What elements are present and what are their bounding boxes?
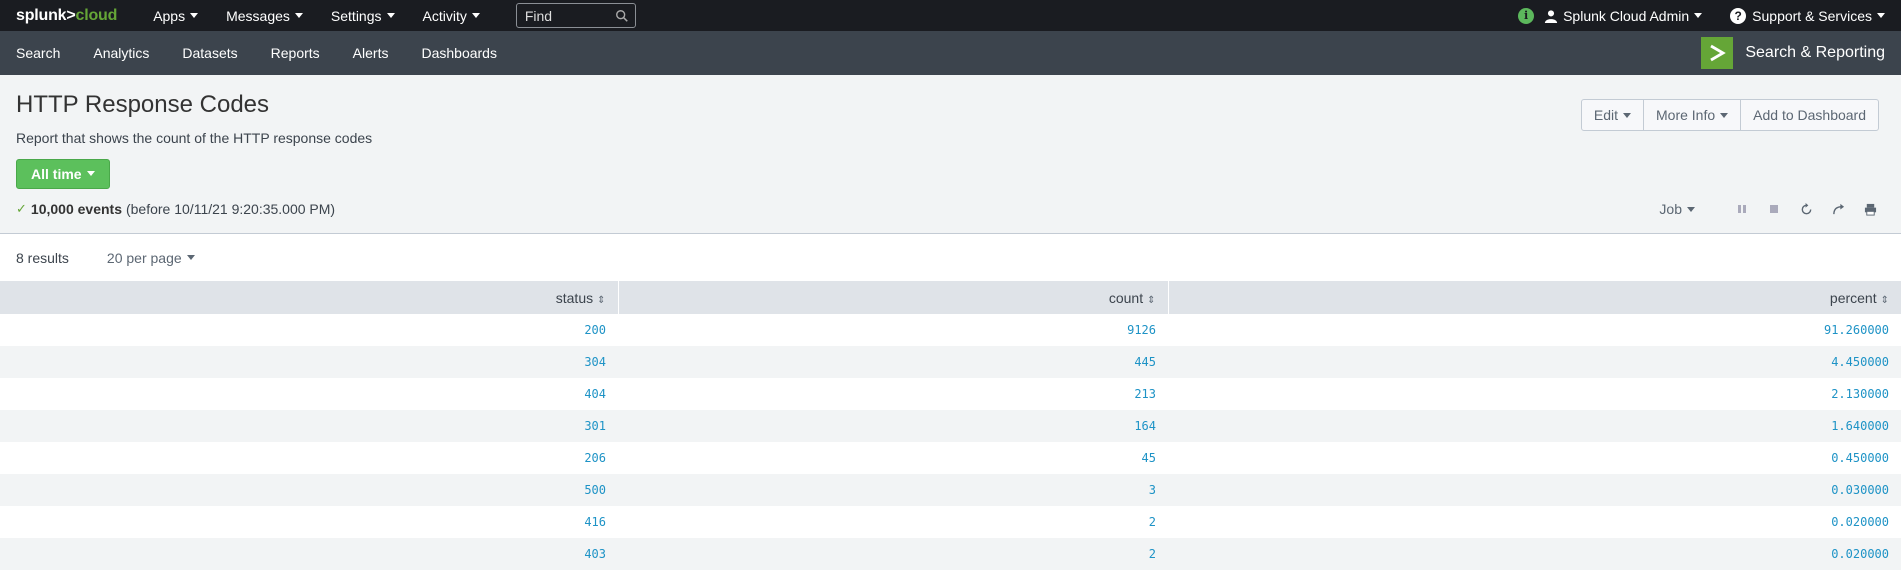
- share-icon[interactable]: [1831, 202, 1845, 216]
- cell-percent[interactable]: 2.130000: [1168, 378, 1901, 410]
- column-header-status[interactable]: status ⇕: [0, 281, 619, 314]
- top-nav: Apps Messages Settings Activity: [153, 3, 636, 28]
- cell-count[interactable]: 3: [618, 474, 1168, 506]
- user-icon: [1544, 9, 1558, 23]
- caret-down-icon: [86, 171, 95, 177]
- cell-status[interactable]: 301: [0, 410, 618, 442]
- report-header: HTTP Response Codes Report that shows th…: [0, 75, 1901, 234]
- refresh-icon[interactable]: [1799, 202, 1813, 216]
- check-icon: ✓: [16, 200, 27, 216]
- app-title[interactable]: Search & Reporting: [1701, 37, 1885, 69]
- caret-down-icon: [386, 13, 395, 18]
- caret-down-icon: [1877, 13, 1885, 18]
- sort-icon: ⇕: [597, 294, 606, 306]
- cell-status[interactable]: 404: [0, 378, 618, 410]
- caret-down-icon: [1694, 13, 1703, 18]
- add-to-dashboard-button[interactable]: Add to Dashboard: [1741, 100, 1878, 130]
- table-header-row: status ⇕ count ⇕ percent ⇕: [0, 281, 1901, 314]
- cell-status[interactable]: 403: [0, 538, 618, 570]
- caret-down-icon: [1623, 112, 1631, 118]
- results-bar: 8 results 20 per page: [0, 234, 1901, 281]
- column-header-percent[interactable]: percent ⇕: [1168, 281, 1901, 314]
- table-row: 404 213 2.130000: [0, 378, 1901, 410]
- caret-down-icon: [190, 13, 199, 18]
- top-bar: splunk> cloud Apps Messages Settings Acti…: [0, 0, 1901, 31]
- sort-icon: ⇕: [1147, 294, 1156, 306]
- app-bar: Search Analytics Datasets Reports Alerts…: [0, 31, 1901, 75]
- nav-dashboards[interactable]: Dashboards: [421, 45, 497, 61]
- cell-percent[interactable]: 0.030000: [1168, 474, 1901, 506]
- cell-count[interactable]: 445: [618, 346, 1168, 378]
- table-row: 301 164 1.640000: [0, 410, 1901, 442]
- cell-count[interactable]: 9126: [618, 314, 1168, 346]
- cell-status[interactable]: 500: [0, 474, 618, 506]
- caret-down-icon: [294, 13, 303, 18]
- cell-status[interactable]: 416: [0, 506, 618, 538]
- cell-percent[interactable]: 0.020000: [1168, 506, 1901, 538]
- table-row: 200 9126 91.260000: [0, 314, 1901, 346]
- sort-icon: ⇕: [1880, 294, 1889, 306]
- table-row: 416 2 0.020000: [0, 506, 1901, 538]
- caret-down-icon: [186, 255, 195, 260]
- cell-percent[interactable]: 1.640000: [1168, 410, 1901, 442]
- caret-down-icon: [1687, 206, 1695, 212]
- nav-analytics[interactable]: Analytics: [93, 45, 149, 61]
- cell-percent[interactable]: 91.260000: [1168, 314, 1901, 346]
- results-panel: 8 results 20 per page status ⇕ count ⇕ per…: [0, 234, 1901, 570]
- search-icon[interactable]: [615, 9, 629, 23]
- app-nav: Search Analytics Datasets Reports Alerts…: [16, 45, 530, 61]
- more-info-button[interactable]: More Info: [1644, 100, 1742, 130]
- job-menu[interactable]: Job: [1659, 201, 1695, 217]
- nav-datasets[interactable]: Datasets: [182, 45, 237, 61]
- report-description: Report that shows the count of the HTTP …: [16, 129, 373, 146]
- cell-count[interactable]: 45: [618, 442, 1168, 474]
- stop-icon[interactable]: [1767, 202, 1781, 216]
- pause-icon[interactable]: [1735, 202, 1749, 216]
- info-icon[interactable]: i: [1518, 7, 1535, 24]
- nav-alerts[interactable]: Alerts: [353, 45, 389, 61]
- user-menu[interactable]: Splunk Cloud Admin: [1544, 8, 1703, 24]
- report-actions: Edit More Info Add to Dashboard: [1580, 99, 1879, 131]
- splunk-cloud-logo[interactable]: splunk> cloud: [16, 7, 117, 25]
- column-header-count[interactable]: count ⇕: [618, 281, 1169, 314]
- cell-status[interactable]: 206: [0, 442, 618, 474]
- activity-menu[interactable]: Activity: [423, 8, 480, 24]
- cell-percent[interactable]: 0.020000: [1168, 538, 1901, 570]
- cell-count[interactable]: 213: [618, 378, 1168, 410]
- print-icon[interactable]: [1863, 202, 1877, 216]
- nav-reports[interactable]: Reports: [271, 45, 320, 61]
- table-row: 206 45 0.450000: [0, 442, 1901, 474]
- cell-percent[interactable]: 0.450000: [1168, 442, 1901, 474]
- search-reporting-logo-icon: [1701, 37, 1734, 69]
- support-menu[interactable]: ? Support & Services: [1730, 7, 1885, 24]
- edit-button[interactable]: Edit: [1582, 100, 1644, 130]
- caret-down-icon: [471, 13, 480, 18]
- nav-search[interactable]: Search: [16, 45, 60, 61]
- table-row: 403 2 0.020000: [0, 538, 1901, 570]
- cell-percent[interactable]: 4.450000: [1168, 346, 1901, 378]
- results-count: 8 results: [16, 249, 69, 266]
- find-input[interactable]: [522, 6, 613, 25]
- find-box: [515, 3, 636, 28]
- messages-menu[interactable]: Messages: [226, 8, 303, 24]
- cell-count[interactable]: 2: [618, 538, 1168, 570]
- per-page-dropdown[interactable]: 20 per page: [107, 250, 195, 266]
- job-toolbar: Job: [1659, 201, 1877, 217]
- table-row: 304 445 4.450000: [0, 346, 1901, 378]
- help-icon: ?: [1730, 7, 1747, 24]
- caret-down-icon: [1720, 112, 1729, 118]
- time-range-picker[interactable]: All time: [16, 158, 110, 189]
- apps-menu[interactable]: Apps: [153, 8, 199, 24]
- cell-status[interactable]: 200: [0, 314, 618, 346]
- cell-count[interactable]: 2: [618, 506, 1168, 538]
- table-row: 500 3 0.030000: [0, 474, 1901, 506]
- cell-count[interactable]: 164: [618, 410, 1168, 442]
- events-status: ✓ 10,000 events (before 10/11/21 9:20:35…: [16, 200, 336, 217]
- results-table: status ⇕ count ⇕ percent ⇕ 200 9126 91.2600…: [0, 281, 1901, 570]
- cell-status[interactable]: 304: [0, 346, 618, 378]
- top-right: i Splunk Cloud Admin ? Support & Service…: [1518, 7, 1885, 24]
- settings-menu[interactable]: Settings: [331, 8, 395, 24]
